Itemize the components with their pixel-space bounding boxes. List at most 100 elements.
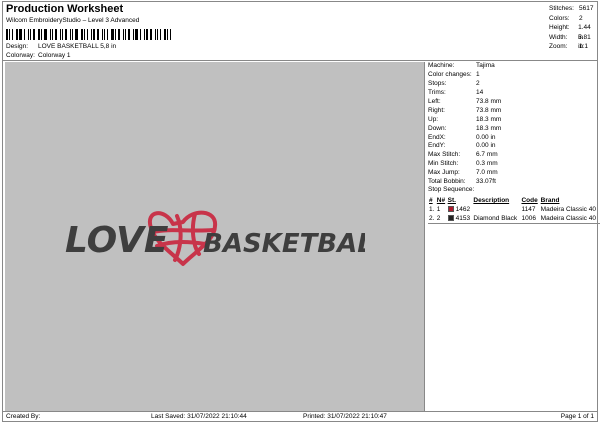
stat-value: 1:1 [579,43,589,51]
info-value: 6.7 mm [476,151,498,159]
design-row: Design: LOVE BASKETBALL 5,8 in [6,43,116,50]
barcode-bar [60,29,61,40]
stitch-count-cell: 4153 [447,214,473,223]
divider [3,60,597,61]
worksheet-page: Production Worksheet Wilcom EmbroiderySt… [2,1,600,422]
info-label: Right: [428,106,445,114]
footer-created-by: Created By: [6,413,41,420]
info-label: Min Stitch: [428,160,459,168]
stitch-count: 1462 [455,206,471,213]
info-label: EndX: [428,133,446,141]
info-value: 7.0 mm [476,169,498,177]
stat-label: Width: [549,33,568,41]
barcode-bar [155,29,156,40]
barcode-bar [93,29,95,40]
barcode-bar [55,29,57,40]
stat-value: 5617 [579,5,594,12]
column-header: N# [436,197,446,204]
stat-value: 2 [579,14,583,22]
stitch-count-cell: 1462 [447,205,473,214]
info-row: Max Jump: 7.0 mm [428,169,598,178]
info-value: 14 [476,88,484,96]
info-label: Stops: [428,79,447,87]
info-row: Machine: Tajima [428,62,598,71]
info-row: Min Stitch: 0.3 mm [428,160,598,169]
barcode-bar [72,29,73,40]
barcode-bar [91,29,92,40]
stop-number: 2. [429,215,435,222]
barcode-bar [167,29,168,40]
stat-label: Height: [549,24,570,32]
stat-label: Zoom: [549,43,568,51]
barcode-bar [50,29,51,40]
barcode-bar [19,29,22,40]
info-value: 18.3 mm [476,124,502,132]
info-value: 73.8 mm [476,97,502,105]
barcode-bar [157,29,158,40]
barcode [6,29,174,40]
column-header: Brand [540,197,560,204]
barcode-bar [140,29,141,40]
footer-page-number: Page 1 of 1 [560,413,594,420]
barcode-bar [70,29,71,40]
table-row: 2. 2 4153 Diamond Black 1006 Madeira Cla… [428,214,600,223]
stat-row: Stitches: 5617 [549,4,597,14]
page-title: Production Worksheet [6,3,124,15]
barcode-bar [52,29,53,40]
barcode-bar [9,29,10,40]
info-value: 1 [476,70,480,78]
barcode-bar [87,29,88,40]
barcode-bar [28,29,29,40]
stat-row: Colors: 2 [549,14,597,24]
barcode-bar [125,29,126,40]
thread-description: Diamond Black [473,215,518,222]
barcode-bar [75,29,78,40]
colorway-label: Colorway: [6,52,35,59]
needle-number: 1 [436,206,441,213]
thread-brand: Madeira Classic 40 [540,206,596,213]
info-value: 2 [476,79,480,87]
info-label: EndY: [428,142,446,150]
stop-sequence-label: Stop Sequence: [428,186,475,193]
barcode-bar [170,29,171,40]
divider [3,411,597,412]
info-label: Trims: [428,88,446,96]
stat-label: Stitches: [549,5,574,12]
info-row: Max Stitch: 6.7 mm [428,151,598,160]
info-label: Up: [428,115,439,123]
info-row: EndX: 0.00 in [428,134,598,143]
barcode-bar [111,29,114,40]
barcode-bar [164,29,166,40]
info-value: 18.3 mm [476,115,502,123]
stop-number: 1. [429,206,435,213]
needle-number: 2 [436,215,441,222]
column-header: St. [447,197,456,204]
info-label: Down: [428,124,447,132]
info-row: Left: 73.8 mm [428,98,598,107]
barcode-bar [135,29,138,40]
barcode-bar [33,29,35,40]
barcode-bar [102,29,103,40]
divider [428,223,600,224]
artwork-text-love: LOVE [65,220,169,261]
barcode-bar [24,29,25,40]
barcode-bar [150,29,152,40]
stitch-count: 4153 [455,215,471,222]
stat-label: Colors: [549,14,570,22]
column-header: Description [473,197,510,204]
info-row: Right: 73.8 mm [428,107,598,116]
stat-row: Height: 1.44 in [549,23,597,41]
column-header: Code [521,197,538,204]
info-row: Stops: 2 [428,80,598,89]
thread-color-swatch [447,215,454,222]
barcode-bar [30,29,31,40]
barcode-bar [104,29,105,40]
barcode-bar [16,29,18,40]
design-stats: Stitches: 5617 Colors: 2 Height: 1.44 in Wi… [549,4,597,52]
barcode-bar [118,29,120,40]
design-preview-canvas: LOVE BASKETBALL [5,62,425,411]
software-subtitle: Wilcom EmbroideryStudio – Level 3 Advanc… [6,17,140,24]
barcode-bar [6,29,8,40]
info-label: Left: [428,97,441,105]
table-header-row: # N# St. Description Code Brand [428,196,600,205]
